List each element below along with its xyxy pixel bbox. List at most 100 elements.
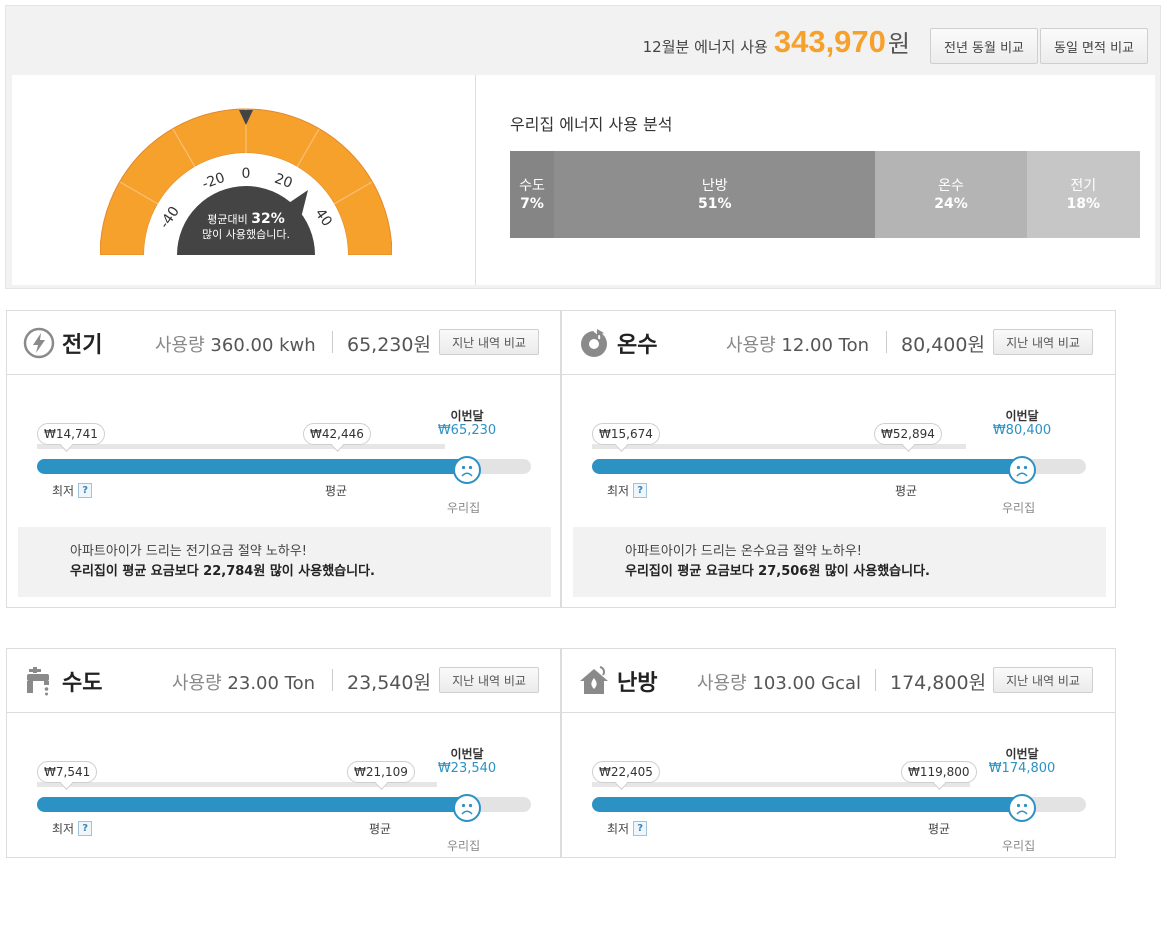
min-label: 최저? (607, 482, 648, 499)
usage-progress-fill (37, 459, 467, 474)
min-label-text: 최저 (607, 484, 630, 498)
sad-face-icon (453, 794, 481, 822)
share-segment-percent: 18% (1066, 195, 1101, 212)
share-segment-percent: 24% (934, 195, 968, 212)
history-compare-button[interactable]: 지난 내역 비교 (993, 329, 1093, 355)
avg-value-marker: ₩119,800 (901, 761, 977, 783)
card-header: 전기 사용량 360.00 kwh 65,230원 지난 내역 비교 (7, 311, 560, 375)
our-home-label: 우리집 (447, 501, 481, 515)
share-segment-name: 난방 (701, 177, 728, 194)
total-unit: 원 (887, 30, 910, 58)
card-header: 온수 사용량 12.00 Ton 80,400원 지난 내역 비교 (562, 311, 1115, 375)
help-icon[interactable]: ? (78, 821, 93, 836)
summary-header: 12월분 에너지 사용 343,970 원 전년 동월 비교 동일 면적 비교 (6, 6, 1160, 74)
share-segment-percent: 51% (697, 195, 732, 212)
card-title: 수도 (62, 671, 103, 696)
min-label-text: 최저 (52, 822, 75, 836)
share-segment: 전기 18% (1026, 151, 1140, 238)
card-cost: 80,400원 (901, 334, 985, 356)
usage-progress-fill (592, 797, 1022, 812)
min-value-marker: ₩22,405 (592, 761, 660, 783)
saving-tip-title: 아파트아이가 드리는 온수요금 절약 노하우! (625, 544, 863, 559)
card-cost: 23,540원 (347, 672, 431, 694)
card-usage: 사용량 23.00 Ton (172, 669, 315, 695)
usage-gauge: -40 -20 0 20 40 평균대비 32% 많이 사용했습니다. (100, 105, 392, 255)
help-icon[interactable]: ? (633, 821, 648, 836)
avg-value-marker: ₩52,894 (874, 423, 942, 445)
total-label: 12월분 에너지 사용 (642, 38, 768, 56)
gauge-percent: 32% (251, 211, 285, 227)
our-home-label: 우리집 (1002, 501, 1036, 515)
card-header: 난방 사용량 103.00 Gcal 174,800원 지난 내역 비교 (562, 649, 1115, 713)
avg-value-marker: ₩21,109 (347, 761, 415, 783)
usage-prefix: 사용량 (697, 673, 747, 694)
this-month-label: 이번달 (1005, 409, 1039, 423)
card-body: ₩15,674 ₩52,894 이번달 ₩80,400 최저? 평균 우리집 아… (562, 375, 1115, 607)
usage-progress-fill (592, 459, 1022, 474)
gauge-message: 평균대비 32% 많이 사용했습니다. (177, 212, 315, 242)
compare-last-year-button[interactable]: 전년 동월 비교 (930, 28, 1038, 64)
usage-prefix: 사용량 (172, 673, 222, 694)
our-home-label: 우리집 (1002, 839, 1036, 853)
card-cost: 65,230원 (347, 334, 431, 356)
faucet-icon (23, 665, 55, 697)
avg-label: 평균 (369, 822, 392, 836)
energy-share-bar: 수도 7% 난방 51% 온수 24% 전기 18% (510, 151, 1140, 238)
utility-card-heat: 난방 사용량 103.00 Gcal 174,800원 지난 내역 비교 ₩22… (561, 648, 1116, 858)
this-month-label: 이번달 (1005, 747, 1039, 761)
usage-value: 360.00 kwh (210, 335, 316, 356)
card-title: 난방 (617, 671, 658, 696)
card-header: 수도 사용량 23.00 Ton 23,540원 지난 내역 비교 (7, 649, 560, 713)
share-segment-name: 전기 (1070, 177, 1097, 194)
avg-label: 평균 (928, 822, 951, 836)
card-title: 전기 (62, 333, 103, 358)
sad-face-icon (1008, 456, 1036, 484)
history-compare-button[interactable]: 지난 내역 비교 (993, 667, 1093, 693)
this-month-label: 이번달 (450, 747, 484, 761)
share-segment-name: 수도 (519, 177, 545, 194)
share-segment: 난방 51% (554, 151, 876, 238)
history-compare-button[interactable]: 지난 내역 비교 (439, 329, 539, 355)
sad-face-icon (453, 456, 481, 484)
min-label: 최저? (52, 482, 93, 499)
total-amount: 343,970 (773, 24, 886, 59)
usage-prefix: 사용량 (726, 335, 776, 356)
utility-card-water: 수도 사용량 23.00 Ton 23,540원 지난 내역 비교 ₩7,541… (6, 648, 561, 858)
usage-value: 23.00 Ton (227, 673, 316, 694)
card-usage: 사용량 103.00 Gcal (697, 669, 861, 695)
share-segment: 수도 7% (510, 151, 555, 238)
header-separator (875, 669, 876, 691)
compare-same-area-button[interactable]: 동일 면적 비교 (1040, 28, 1148, 64)
min-label: 최저? (607, 820, 648, 837)
gauge-compare-label: 평균대비 (207, 213, 248, 226)
total-usage: 12월분 에너지 사용 343,970 원 (643, 24, 910, 60)
usage-prefix: 사용량 (155, 335, 205, 356)
min-label-text: 최저 (607, 822, 630, 836)
min-value-marker: ₩15,674 (592, 423, 660, 445)
this-month-label: 이번달 (450, 409, 484, 423)
history-compare-button[interactable]: 지난 내역 비교 (439, 667, 539, 693)
analysis-title: 우리집 에너지 사용 분석 (510, 115, 673, 134)
share-segment: 온수 24% (875, 151, 1027, 238)
usage-value: 103.00 Gcal (752, 673, 862, 694)
summary-divider (475, 75, 476, 285)
summary-body: -40 -20 0 20 40 평균대비 32% 많이 사용했습니다. 우리집 … (12, 75, 1155, 285)
this-month-value: ₩174,800 (988, 761, 1056, 776)
header-separator (332, 669, 333, 691)
saving-tip-message: 우리집이 평균 요금보다 22,784원 많이 사용했습니다. (70, 564, 375, 579)
card-usage: 사용량 360.00 kwh (155, 331, 316, 357)
saving-tip: 아파트아이가 드리는 전기요금 절약 노하우! 우리집이 평균 요금보다 22,… (18, 527, 551, 597)
card-cost: 174,800원 (890, 672, 987, 694)
help-icon[interactable]: ? (78, 483, 93, 498)
hot-water-icon (578, 327, 610, 359)
card-title: 온수 (617, 333, 658, 358)
card-body: ₩22,405 ₩119,800 이번달 ₩174,800 최저? 평균 우리집 (562, 713, 1115, 945)
min-label: 최저? (52, 820, 93, 837)
saving-tip-message: 우리집이 평균 요금보다 27,506원 많이 사용했습니다. (625, 564, 930, 579)
help-icon[interactable]: ? (633, 483, 648, 498)
avg-label: 평균 (325, 484, 348, 498)
header-separator (886, 331, 887, 353)
range-track (37, 444, 445, 449)
usage-progress-fill (37, 797, 467, 812)
min-value-marker: ₩7,541 (37, 761, 98, 783)
